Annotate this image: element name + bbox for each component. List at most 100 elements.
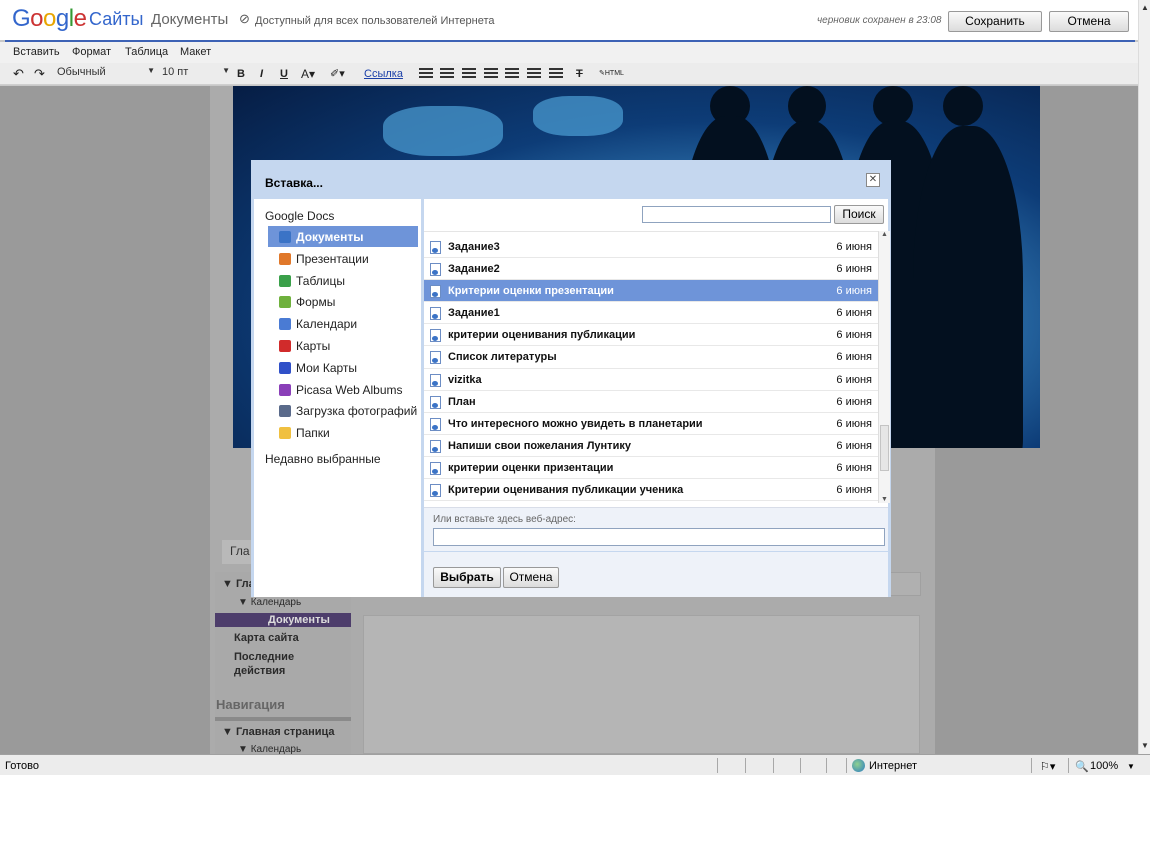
document-title: Критерии оценивания публикации ученика — [448, 484, 684, 497]
menu-layout[interactable]: Макет — [180, 46, 211, 58]
scroll-thumb[interactable] — [880, 425, 889, 471]
document-row[interactable]: vizitka 6 июня — [424, 369, 878, 391]
sidebar-item-calendar[interactable]: ▼ Календарь — [238, 597, 301, 608]
document-row[interactable]: критерии оценки призентации 6 июня — [424, 457, 878, 480]
source-item[interactable]: Карты — [268, 335, 418, 356]
document-title: vizitka — [448, 373, 482, 386]
document-title: Задание3 — [448, 241, 500, 253]
indent-less-icon[interactable] — [462, 68, 476, 80]
document-row[interactable]: Что интересного можно увидеть в планетар… — [424, 413, 878, 435]
document-date: 6 июня — [836, 417, 872, 430]
folder-icon — [279, 427, 291, 440]
source-item[interactable]: Загрузка фотографий — [268, 400, 418, 421]
browser-window: Гла ▼ Гла ▼ Календарь Документы Карта са… — [0, 0, 1150, 775]
document-row[interactable]: Задание2 6 июня — [424, 258, 878, 281]
cancel-button[interactable]: Отмена — [1049, 11, 1129, 32]
sidebar-item-main[interactable]: ▼ Гла — [222, 578, 255, 590]
search-button[interactable]: Поиск — [834, 205, 884, 224]
link-button[interactable]: Ссылка — [364, 66, 403, 82]
align-left-icon[interactable] — [505, 68, 519, 80]
redo-icon[interactable]: ↷ — [34, 66, 45, 82]
product-name: Сайты — [89, 9, 144, 29]
undo-icon[interactable]: ↶ — [13, 66, 24, 82]
source-item-label: Picasa Web Albums — [296, 382, 403, 397]
status-separator — [745, 758, 746, 773]
scroll-down-icon[interactable]: ▼ — [1140, 740, 1150, 752]
document-icon — [430, 373, 441, 387]
source-item[interactable]: Picasa Web Albums — [268, 379, 418, 400]
insert-dialog: Вставка... ✕ Google Docs Документы Презен… — [251, 160, 891, 597]
scroll-up-icon[interactable]: ▲ — [1140, 2, 1150, 14]
dialog-cancel-button[interactable]: Отмена — [503, 567, 559, 588]
highlight-icon[interactable]: ✐▾ — [330, 66, 345, 82]
style-select[interactable]: Обычный ▼ — [57, 66, 155, 82]
document-row[interactable]: Критерии оценивания публикации ученика 6 … — [424, 479, 878, 502]
document-icon — [430, 351, 441, 365]
nav-item-home[interactable]: ▼ Главная страница — [222, 726, 335, 738]
document-date: 6 июня — [836, 351, 872, 364]
upload-icon — [279, 405, 291, 418]
presentations-icon — [279, 252, 291, 265]
status-text: Готово — [5, 760, 39, 772]
menu-bar: Вставить Формат Таблица Макет — [0, 42, 1138, 63]
document-row[interactable]: Задание3 6 июня — [424, 236, 878, 259]
source-item[interactable]: Презентации — [268, 248, 418, 269]
italic-button[interactable]: I — [260, 66, 263, 82]
zoom-level[interactable]: 100% — [1090, 760, 1118, 772]
menu-table[interactable]: Таблица — [125, 46, 168, 58]
url-label: Или вставьте здесь веб-адрес: — [433, 514, 576, 525]
source-item[interactable]: Таблицы — [268, 270, 418, 291]
indent-more-icon[interactable] — [484, 68, 498, 80]
document-row[interactable]: Список литературы 6 июня — [424, 346, 878, 369]
align-right-icon[interactable] — [549, 68, 563, 80]
source-item[interactable]: Календари — [268, 313, 418, 334]
search-input[interactable] — [642, 206, 831, 223]
zoom-icon[interactable]: 🔍 — [1075, 760, 1089, 773]
navigation-divider — [215, 717, 351, 721]
bold-button[interactable]: B — [237, 66, 245, 82]
editor-toolbar: ↶ ↷ Обычный ▼ 10 пт ▼ B I U A▾ ✐▾ Ссылка T… — [0, 63, 1138, 85]
font-size-select[interactable]: 10 пт ▼ — [162, 66, 230, 82]
underline-button[interactable]: U — [280, 66, 288, 82]
google-logo[interactable]: Google — [12, 5, 87, 33]
source-item[interactable]: Формы — [268, 291, 418, 312]
document-row[interactable]: Критерии оценки презентации 6 июня — [424, 280, 878, 303]
protected-mode-icon[interactable]: ⚐▾ — [1040, 760, 1055, 773]
security-zone: Интернет — [869, 760, 917, 772]
recent-selection-link[interactable]: Недавно выбранные — [265, 452, 381, 466]
chevron-down-icon[interactable]: ▼ — [1127, 762, 1135, 771]
text-color-button[interactable]: A▾ — [301, 66, 315, 82]
clear-format-icon[interactable]: T — [576, 66, 583, 82]
html-edit-button[interactable]: ✎HTML — [599, 66, 624, 82]
document-row[interactable]: критерии оценивания публикации 6 июня — [424, 324, 878, 347]
align-center-icon[interactable] — [527, 68, 541, 80]
list-scrollbar[interactable]: ▲ ▼ — [878, 231, 890, 503]
dialog-title-bar: Вставка... ✕ — [254, 163, 888, 199]
source-item[interactable]: Мои Карты — [268, 357, 418, 378]
scroll-down-icon[interactable]: ▼ — [879, 496, 890, 503]
document-row[interactable]: Задание1 6 июня — [424, 302, 878, 325]
menu-insert[interactable]: Вставить — [13, 46, 60, 58]
page-title: Документы — [151, 11, 229, 28]
scroll-up-icon[interactable]: ▲ — [879, 231, 890, 238]
source-item[interactable]: Папки — [268, 422, 418, 443]
numbered-list-icon[interactable] — [419, 68, 433, 80]
document-icon — [430, 484, 441, 498]
source-item[interactable]: Документы — [268, 226, 418, 247]
globe-icon — [852, 759, 865, 772]
document-row[interactable]: План 6 июня — [424, 391, 878, 413]
menu-format[interactable]: Формат — [72, 46, 111, 58]
sidebar-item-recent[interactable]: Последние — [234, 651, 294, 663]
chevron-down-icon: ▼ — [147, 66, 155, 75]
choose-button[interactable]: Выбрать — [433, 567, 501, 588]
window-scrollbar[interactable]: ▲ ▼ — [1138, 0, 1150, 754]
save-button[interactable]: Сохранить — [948, 11, 1042, 32]
close-icon[interactable]: ✕ — [866, 173, 880, 187]
status-separator — [773, 758, 774, 773]
sidebar-item-sitemap[interactable]: Карта сайта — [234, 632, 299, 644]
url-input[interactable] — [433, 528, 885, 546]
bulleted-list-icon[interactable] — [440, 68, 454, 80]
document-row[interactable]: Напиши свои пожелания Лунтику 6 июня — [424, 435, 878, 457]
document-icon — [430, 241, 441, 254]
sidebar-item-documents[interactable]: Документы — [268, 614, 330, 626]
